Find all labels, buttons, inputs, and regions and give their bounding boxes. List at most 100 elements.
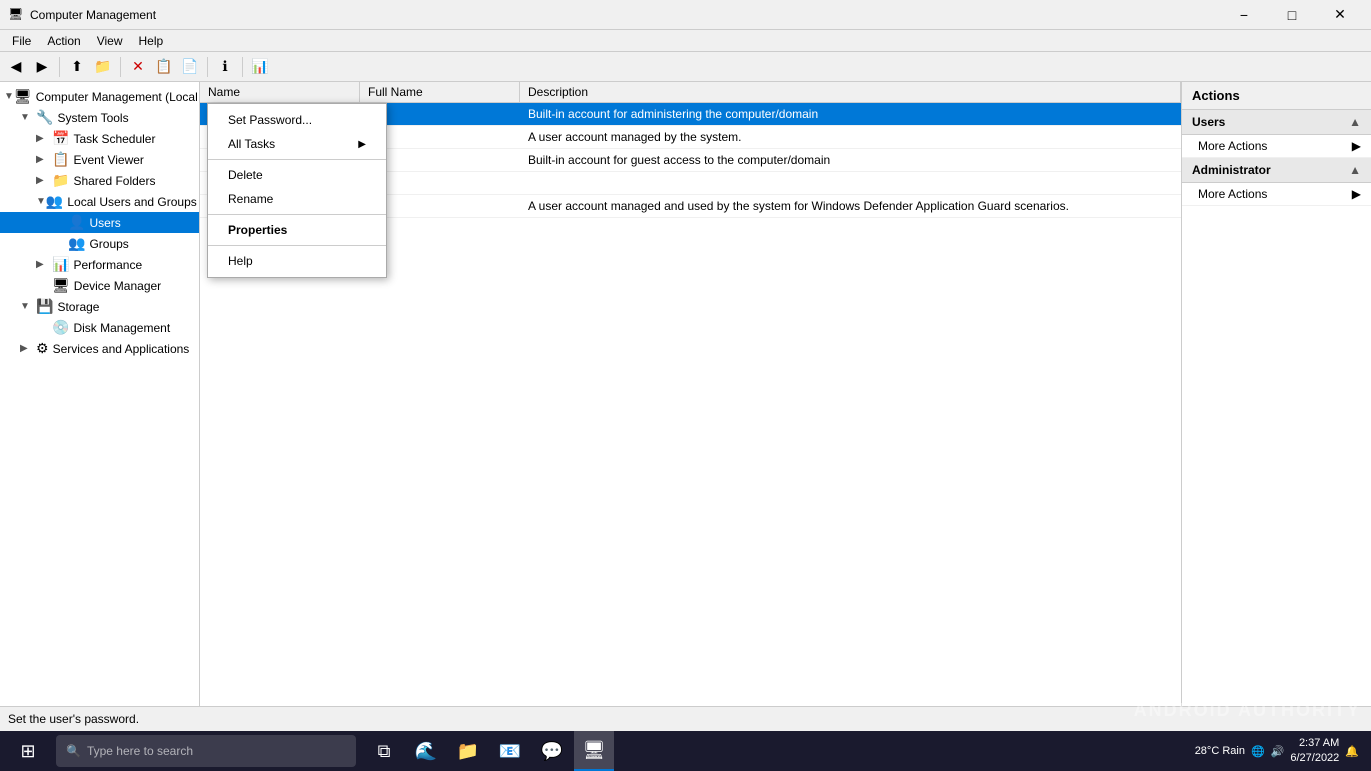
close-button[interactable]: ✕ — [1317, 0, 1363, 30]
tree-label-disk-mgmt: Disk Management — [73, 321, 170, 335]
toolbar-sep2 — [120, 57, 121, 77]
actions-section-users[interactable]: Users ▲ — [1182, 110, 1371, 135]
collapse-users-icon: ▲ — [1349, 115, 1361, 129]
tree-toggle-event[interactable]: ▶ — [36, 154, 52, 165]
maximize-button[interactable]: □ — [1269, 0, 1315, 30]
tree-toggle-shared[interactable]: ▶ — [36, 175, 52, 186]
toolbar-delete[interactable]: ✕ — [126, 55, 150, 79]
ctx-rename[interactable]: Rename — [208, 187, 386, 211]
tree-toggle-local-users[interactable]: ▼ — [36, 196, 46, 207]
tree-label-local-users: Local Users and Groups — [67, 195, 196, 209]
status-bar: Set the user's password. — [0, 706, 1371, 731]
tree-toggle-storage[interactable]: ▼ — [20, 301, 36, 312]
taskbar-task-view[interactable]: ⧉ — [364, 731, 404, 771]
toolbar-folder[interactable]: 📁 — [91, 55, 115, 79]
ctx-help-label: Help — [228, 254, 253, 268]
tree-item-computer-mgmt[interactable]: ▼ 🖥 Computer Management (Local — [0, 86, 199, 107]
taskbar-weather: 28°C Rain — [1195, 745, 1245, 757]
user-desc-defaultaccount: A user account managed by the system. — [520, 127, 1181, 147]
taskbar-edge[interactable]: 🌊 — [406, 731, 446, 771]
tree-item-device-manager[interactable]: 🖥 Device Manager — [0, 275, 199, 296]
col-header-name[interactable]: Name — [200, 82, 360, 102]
tree-panel: ▼ 🖥 Computer Management (Local ▼ 🔧 Syste… — [0, 82, 200, 706]
taskbar-search-box[interactable]: 🔍 — [56, 735, 356, 767]
users-icon: 👤 — [68, 214, 85, 231]
toolbar-properties[interactable]: 📋 — [152, 55, 176, 79]
date-display: 6/27/2022 — [1290, 751, 1339, 766]
tree-label-computer-mgmt: Computer Management (Local — [36, 90, 198, 104]
ctx-delete[interactable]: Delete — [208, 163, 386, 187]
menu-action[interactable]: Action — [39, 32, 88, 50]
taskbar-explorer[interactable]: 📁 — [448, 731, 488, 771]
ctx-all-tasks-label: All Tasks — [228, 137, 275, 151]
search-input[interactable] — [87, 744, 307, 758]
tree-item-event-viewer[interactable]: ▶ 📋 Event Viewer — [0, 149, 199, 170]
time-display: 2:37 AM — [1290, 736, 1339, 751]
actions-section-administrator[interactable]: Administrator ▲ — [1182, 158, 1371, 183]
taskbar: ⊞ 🔍 ⧉ 🌊 📁 📧 💬 🖥 28°C Rain 🌐 🔊 2:37 AM 6/… — [0, 731, 1371, 771]
taskbar-mail[interactable]: 📧 — [490, 731, 530, 771]
tree-item-storage[interactable]: ▼ 💾 Storage — [0, 296, 199, 317]
tree-item-users[interactable]: 👤 Users — [0, 212, 199, 233]
tree-item-services-apps[interactable]: ▶ ⚙ Services and Applications — [0, 338, 199, 359]
tree-toggle-perf[interactable]: ▶ — [36, 259, 52, 270]
task-scheduler-icon: 📅 — [52, 130, 69, 147]
performance-icon: 📊 — [52, 256, 69, 273]
tree-toggle[interactable]: ▼ — [20, 112, 36, 123]
shared-folders-icon: 📁 — [52, 172, 69, 189]
ctx-set-password-label: Set Password... — [228, 113, 312, 127]
ctx-set-password[interactable]: Set Password... — [208, 108, 386, 132]
col-header-fullname[interactable]: Full Name — [360, 82, 520, 102]
taskbar-computer-mgmt[interactable]: 🖥 — [574, 731, 614, 771]
title-bar: 🖥 Computer Management − □ ✕ — [0, 0, 1371, 30]
toolbar-help[interactable]: ℹ — [213, 55, 237, 79]
collapse-admin-icon: ▲ — [1349, 163, 1361, 177]
tree-label-users: Users — [89, 216, 120, 230]
toolbar-forward[interactable]: ▶ — [30, 55, 54, 79]
tree-label-groups: Groups — [89, 237, 128, 251]
taskbar-teams[interactable]: 💬 — [532, 731, 572, 771]
notification-icon[interactable]: 🔔 — [1345, 745, 1359, 758]
toolbar-up[interactable]: ⬆ — [65, 55, 89, 79]
taskbar-right: 28°C Rain 🌐 🔊 2:37 AM 6/27/2022 🔔 — [1195, 736, 1367, 767]
actions-item-more-admin[interactable]: More Actions ▶ — [1182, 183, 1371, 206]
tree-item-performance[interactable]: ▶ 📊 Performance — [0, 254, 199, 275]
more-actions-users-label: More Actions — [1198, 139, 1267, 153]
tree-item-shared-folders[interactable]: ▶ 📁 Shared Folders — [0, 170, 199, 191]
tree-item-system-tools[interactable]: ▼ 🔧 System Tools — [0, 107, 199, 128]
tree-item-task-scheduler[interactable]: ▶ 📅 Task Scheduler — [0, 128, 199, 149]
start-button[interactable]: ⊞ — [4, 731, 52, 771]
ctx-properties[interactable]: Properties — [208, 218, 386, 242]
taskbar-network-icon: 🌐 — [1251, 745, 1265, 758]
tree-toggle-task[interactable]: ▶ — [36, 133, 52, 144]
tree-item-disk-mgmt[interactable]: 💿 Disk Management — [0, 317, 199, 338]
disk-mgmt-icon: 💿 — [52, 319, 69, 336]
tree-item-local-users[interactable]: ▼ 👥 Local Users and Groups — [0, 191, 199, 212]
ctx-all-tasks[interactable]: All Tasks ▶ — [208, 132, 386, 156]
toolbar-view[interactable]: 📊 — [248, 55, 272, 79]
col-header-desc[interactable]: Description — [520, 82, 1181, 102]
toolbar-back[interactable]: ◀ — [4, 55, 28, 79]
menu-view[interactable]: View — [89, 32, 131, 50]
ctx-properties-label: Properties — [228, 223, 287, 237]
app-icon: 🖥 — [8, 7, 24, 23]
tree-label-services-apps: Services and Applications — [53, 342, 190, 356]
actions-panel: Actions Users ▲ More Actions ▶ Administr… — [1181, 82, 1371, 706]
tree-toggle-services[interactable]: ▶ — [20, 343, 36, 354]
storage-icon: 💾 — [36, 298, 53, 315]
minimize-button[interactable]: − — [1221, 0, 1267, 30]
user-desc-palash — [520, 180, 1181, 186]
menu-file[interactable]: File — [4, 32, 39, 50]
menu-help[interactable]: Help — [131, 32, 172, 50]
taskbar-time[interactable]: 2:37 AM 6/27/2022 — [1290, 736, 1339, 767]
ctx-delete-label: Delete — [228, 168, 263, 182]
actions-item-more-users[interactable]: More Actions ▶ — [1182, 135, 1371, 158]
ctx-all-tasks-arrow: ▶ — [358, 139, 366, 150]
user-desc-administrator: Built-in account for administering the c… — [520, 104, 1181, 124]
search-icon: 🔍 — [66, 744, 81, 758]
toolbar-copy[interactable]: 📄 — [178, 55, 202, 79]
more-actions-users-arrow: ▶ — [1352, 139, 1361, 153]
tree-item-groups[interactable]: 👥 Groups — [0, 233, 199, 254]
tree-toggle[interactable]: ▼ — [4, 91, 14, 102]
ctx-help[interactable]: Help — [208, 249, 386, 273]
